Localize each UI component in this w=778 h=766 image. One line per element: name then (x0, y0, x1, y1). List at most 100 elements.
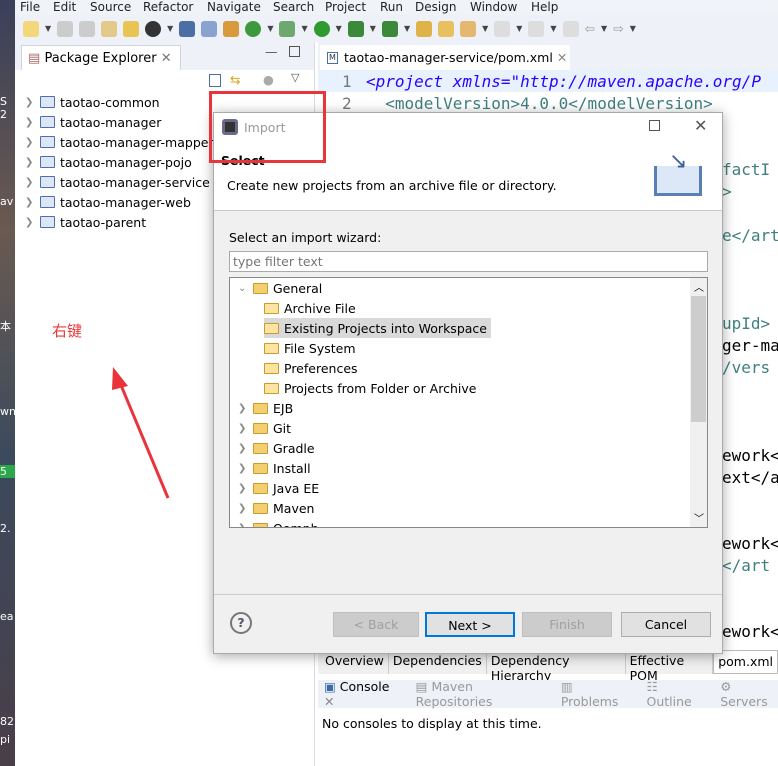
wizard-category[interactable]: ❯ Maven (238, 498, 314, 518)
scrollbar[interactable]: ︿ ﹀ (690, 278, 707, 527)
wizard-item[interactable]: Projects from Folder or Archive (264, 378, 476, 398)
focus-icon[interactable]: ● (263, 72, 274, 87)
chevron-right-icon[interactable]: ❯ (238, 503, 248, 514)
tab-servers[interactable]: ⚙ Servers (720, 679, 778, 709)
project-item[interactable]: ❯ taotao-parent (25, 212, 146, 232)
wizard-category[interactable]: ❯ Gradle (238, 438, 315, 458)
run-icon[interactable] (313, 20, 330, 37)
menu-source[interactable]: Source (90, 0, 131, 15)
chevron-right-icon[interactable]: ❯ (25, 97, 35, 108)
console-icon[interactable] (179, 20, 196, 37)
close-button[interactable]: ✕ (694, 116, 707, 135)
dropdown-icon[interactable]: ▼ (404, 24, 410, 33)
dropdown-icon[interactable]: ▼ (336, 24, 342, 33)
project-item[interactable]: ❯ taotao-common (25, 92, 160, 112)
chevron-right-icon[interactable]: ❯ (25, 157, 35, 168)
open-resource-icon[interactable] (123, 20, 140, 37)
dropdown-icon[interactable]: ▼ (482, 24, 488, 33)
finish-button[interactable]: Finish (522, 612, 612, 637)
wizard-item[interactable]: Archive File (264, 298, 356, 318)
tab-maven-repositories[interactable]: ▤ Maven Repositories (416, 679, 543, 709)
project-item[interactable]: ❯ taotao-manager-web (25, 192, 191, 212)
collapse-all-icon[interactable] (209, 74, 221, 87)
profile-icon[interactable] (145, 20, 162, 37)
open-project-icon[interactable] (438, 20, 455, 37)
project-item[interactable]: ❯ taotao-manager-mapper (25, 132, 214, 152)
help-icon[interactable]: ? (230, 612, 252, 634)
tab-problems[interactable]: ▥ Problems (561, 679, 629, 709)
chevron-right-icon[interactable]: ❯ (25, 177, 35, 188)
maximize-icon[interactable] (289, 46, 300, 57)
menu-file[interactable]: File (20, 0, 40, 15)
dropdown-icon[interactable]: ▼ (45, 24, 51, 33)
tab-pom-xml[interactable]: Mtaotao-manager-service/pom.xml ✕ (320, 45, 570, 70)
chevron-right-icon[interactable]: ❯ (238, 523, 248, 528)
chevron-right-icon[interactable]: ❯ (25, 117, 35, 128)
menu-project[interactable]: Project (325, 0, 366, 15)
scrollbar-thumb[interactable] (691, 296, 706, 422)
scroll-down-icon[interactable]: ﹀ (694, 510, 704, 525)
save-icon[interactable] (57, 20, 74, 37)
dropdown-icon[interactable]: ▼ (370, 24, 376, 33)
open-folder-icon[interactable] (416, 20, 433, 37)
dropdown-icon[interactable]: ▼ (301, 24, 307, 33)
back-arrow-icon[interactable]: ⇦ (585, 21, 595, 36)
wizard-item[interactable]: Existing Projects into Workspace (264, 318, 491, 338)
new-class-icon[interactable] (245, 20, 262, 37)
chevron-right-icon[interactable]: ❯ (25, 217, 35, 228)
close-icon[interactable]: ✕ (557, 50, 567, 65)
save-all-icon[interactable] (79, 20, 96, 37)
cancel-button[interactable]: Cancel (621, 612, 711, 637)
pencil-icon[interactable] (460, 20, 477, 37)
dropdown-icon[interactable]: ▼ (516, 24, 522, 33)
close-icon[interactable]: ✕ (161, 51, 172, 66)
next-annotation-icon[interactable] (494, 20, 511, 37)
code-line[interactable]: <modelVersion>4.0.0</modelVersion> (366, 94, 713, 113)
wizard-category[interactable]: ❯ Install (238, 458, 311, 478)
menu-search[interactable]: Search (273, 0, 314, 15)
menu-window[interactable]: Window (470, 0, 517, 15)
dropdown-icon[interactable]: ▼ (630, 24, 636, 33)
tab-console[interactable]: ▣ Console ✕ (324, 679, 398, 709)
menu-navigate[interactable]: Navigate (207, 0, 261, 15)
next-button[interactable]: Next > (425, 612, 515, 637)
forward-arrow-icon[interactable]: ⇨ (613, 21, 623, 36)
wizard-item[interactable]: Preferences (264, 358, 358, 378)
wizard-category[interactable]: ❯ EJB (238, 398, 293, 418)
tab-package-explorer[interactable]: ▤ Package Explorer ✕ (21, 45, 181, 70)
dropdown-icon[interactable]: ▼ (550, 24, 556, 33)
filter-input[interactable] (229, 251, 708, 272)
maximize-button[interactable] (649, 120, 660, 131)
menu-help[interactable]: Help (531, 0, 558, 15)
new-package-icon[interactable] (223, 20, 240, 37)
debug-icon[interactable] (279, 20, 296, 37)
close-icon[interactable]: ✕ (324, 694, 334, 709)
minimize-icon[interactable]: — (265, 44, 278, 59)
link-editor-icon[interactable]: ⇆ (230, 72, 240, 87)
dropdown-icon[interactable]: ▼ (601, 24, 607, 33)
wizard-category[interactable]: ❯ Git (238, 418, 291, 438)
new-icon[interactable] (23, 20, 39, 37)
wizard-category[interactable]: ❯ Oomph (238, 518, 319, 528)
menu-edit[interactable]: Edit (53, 0, 76, 15)
chevron-right-icon[interactable]: ❯ (238, 483, 248, 494)
scroll-up-icon[interactable]: ︿ (694, 279, 704, 294)
menu-refactor[interactable]: Refactor (143, 0, 193, 15)
last-edit-icon[interactable] (562, 20, 579, 37)
dropdown-icon[interactable]: ▼ (267, 24, 273, 33)
chevron-down-icon[interactable]: ⌄ (238, 283, 248, 294)
project-item[interactable]: ❯ taotao-manager-service (25, 172, 210, 192)
external-tools-icon[interactable] (381, 20, 398, 37)
run-server-icon[interactable] (347, 20, 364, 37)
menu-design[interactable]: Design (415, 0, 456, 15)
chevron-right-icon[interactable]: ❯ (238, 443, 248, 454)
tab-outline[interactable]: ☷ Outline (647, 679, 703, 709)
menu-run[interactable]: Run (380, 0, 403, 15)
chevron-right-icon[interactable]: ❯ (25, 197, 35, 208)
open-type-icon[interactable] (101, 20, 118, 37)
chevron-right-icon[interactable]: ❯ (238, 463, 248, 474)
project-item[interactable]: ❯ taotao-manager (25, 112, 161, 132)
skip-breakpoints-icon[interactable] (201, 20, 218, 37)
chevron-right-icon[interactable]: ❯ (238, 403, 248, 414)
wizard-item[interactable]: File System (264, 338, 356, 358)
